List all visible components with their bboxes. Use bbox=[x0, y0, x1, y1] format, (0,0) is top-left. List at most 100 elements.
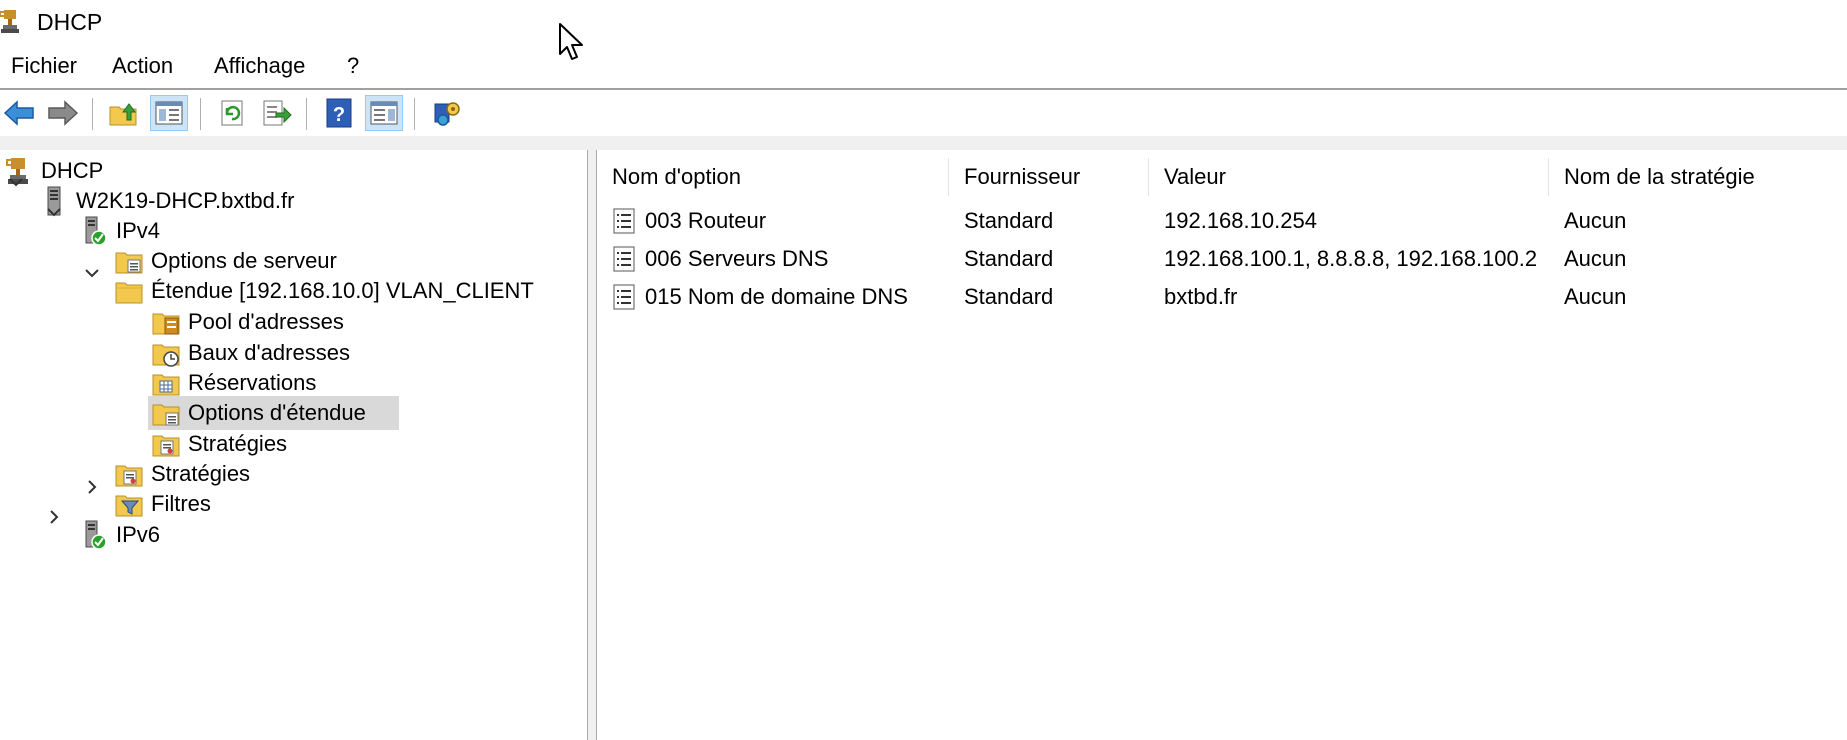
column-header-policy-name[interactable]: Nom de la stratégie bbox=[1549, 158, 1847, 196]
cell-text: 003 Routeur bbox=[645, 208, 767, 233]
list-row[interactable]: 006 Serveurs DNS Standard 192.168.100.1,… bbox=[597, 240, 1847, 278]
tree-node-reservations[interactable]: Réservations bbox=[152, 366, 316, 400]
column-header-vendor[interactable]: Fournisseur bbox=[949, 158, 1149, 196]
folder-policy-icon bbox=[115, 465, 143, 487]
tree-node-label: W2K19-DHCP.bxtbd.fr bbox=[76, 188, 295, 213]
toolbar-divider bbox=[92, 98, 93, 130]
folder-options-icon bbox=[152, 404, 180, 426]
column-label: Fournisseur bbox=[964, 164, 1081, 189]
folder-up-icon bbox=[109, 103, 137, 126]
show-hide-tree-button[interactable] bbox=[150, 95, 188, 131]
server-check-icon bbox=[85, 216, 107, 246]
vendor-cell: Standard bbox=[964, 208, 1054, 233]
policy-cell: Aucun bbox=[1564, 284, 1627, 309]
action-pane-icon bbox=[370, 101, 398, 125]
console-tree-icon bbox=[155, 101, 183, 125]
collapse-chevron-icon[interactable] bbox=[44, 507, 64, 527]
tree-node-ipv6[interactable]: IPv6 bbox=[80, 518, 160, 552]
column-label: Nom de la stratégie bbox=[1564, 164, 1755, 189]
value-cell: 192.168.10.254 bbox=[1164, 208, 1317, 233]
menu-action[interactable]: Action bbox=[112, 53, 173, 79]
column-header-option-name[interactable]: Nom d'option bbox=[597, 158, 949, 196]
tree-node-label: Étendue [192.168.10.0] VLAN_CLIENT bbox=[151, 278, 534, 303]
tree-node-label: Stratégies bbox=[188, 431, 288, 456]
tree-node-ipv4[interactable]: IPv4 bbox=[80, 214, 160, 248]
menu-help[interactable]: ? bbox=[347, 53, 359, 79]
list-row[interactable]: 015 Nom de domaine DNS Standard bxtbd.fr… bbox=[597, 278, 1847, 316]
refresh-icon bbox=[221, 100, 243, 126]
policy-cell: Aucun bbox=[1564, 246, 1627, 271]
svg-text:?: ? bbox=[333, 104, 345, 126]
tree-node-label: Pool d'adresses bbox=[188, 309, 344, 334]
option-doc-icon bbox=[613, 284, 635, 310]
arrow-left-icon bbox=[3, 100, 34, 126]
tree-node-label: Réservations bbox=[188, 370, 317, 395]
dhcp-trophy-icon bbox=[0, 10, 19, 33]
folder-pool-icon bbox=[152, 313, 180, 335]
tree-node-filters[interactable]: Filtres bbox=[115, 487, 211, 521]
option-name-cell: 015 Nom de domaine DNS bbox=[613, 278, 908, 316]
tree-node-label: DHCP bbox=[41, 158, 104, 183]
toolbar-divider bbox=[414, 98, 415, 130]
export-list-button[interactable] bbox=[258, 95, 296, 131]
toolbar-divider bbox=[306, 98, 307, 130]
tree-node-address-leases[interactable]: Baux d'adresses bbox=[152, 336, 350, 370]
tree-node-scope-options[interactable]: Options d'étendue bbox=[148, 396, 399, 430]
cell-text: 006 Serveurs DNS bbox=[645, 246, 829, 271]
server-check-icon bbox=[85, 520, 107, 550]
vendor-cell: Standard bbox=[964, 284, 1054, 309]
option-doc-icon bbox=[613, 246, 635, 272]
folder-icon bbox=[115, 282, 143, 304]
help-icon: ? bbox=[326, 98, 352, 128]
tree-node-server-options[interactable]: Options de serveur bbox=[115, 244, 337, 278]
arrow-right-icon bbox=[48, 100, 79, 126]
tree-node-label: Baux d'adresses bbox=[188, 340, 350, 365]
list-row[interactable]: 003 Routeur Standard 192.168.10.254 Aucu… bbox=[597, 202, 1847, 240]
title-bar: DHCP bbox=[0, 0, 1847, 44]
menu-fichier[interactable]: Fichier bbox=[11, 53, 77, 79]
expand-chevron-icon[interactable] bbox=[82, 263, 102, 283]
column-label: Valeur bbox=[1164, 164, 1226, 189]
tree-node-scope[interactable]: Étendue [192.168.10.0] VLAN_CLIENT bbox=[115, 274, 534, 308]
folder-clock-icon bbox=[152, 344, 180, 367]
collapse-chevron-icon[interactable] bbox=[82, 477, 102, 497]
folder-options-icon bbox=[115, 252, 143, 274]
value-cell: 192.168.100.1, 8.8.8.8, 192.168.100.2 bbox=[1164, 246, 1538, 271]
window-title: DHCP bbox=[37, 9, 103, 35]
up-level-button[interactable] bbox=[104, 95, 142, 131]
option-doc-icon bbox=[613, 208, 635, 234]
dhcp-tool-icon bbox=[434, 102, 460, 126]
tree-node-label: Options d'étendue bbox=[188, 400, 366, 425]
pane-splitter[interactable] bbox=[587, 150, 597, 740]
tree-node-server-policies[interactable]: Stratégies bbox=[115, 457, 250, 491]
vendor-cell: Standard bbox=[964, 246, 1054, 271]
dhcp-tool-button[interactable] bbox=[428, 95, 466, 131]
column-label: Nom d'option bbox=[612, 164, 741, 189]
show-hide-action-pane-button[interactable] bbox=[365, 95, 403, 131]
menu-affichage[interactable]: Affichage bbox=[214, 53, 305, 79]
console-tree: DHCP W2K19-DHCP.bxtbd.fr IPv4 Options de… bbox=[0, 150, 587, 740]
help-button[interactable]: ? bbox=[320, 95, 358, 131]
expand-chevron-icon[interactable] bbox=[6, 172, 26, 192]
tree-node-address-pool[interactable]: Pool d'adresses bbox=[152, 305, 344, 339]
toolbar: ? bbox=[0, 90, 1847, 136]
value-cell: bxtbd.fr bbox=[1164, 284, 1238, 309]
refresh-button[interactable] bbox=[214, 95, 252, 131]
export-list-icon bbox=[263, 100, 292, 126]
column-header-value[interactable]: Valeur bbox=[1149, 158, 1549, 196]
folder-filter-icon bbox=[115, 495, 143, 517]
folder-policy-icon bbox=[152, 435, 180, 457]
results-list: Nom d'option Fournisseur Valeur Nom de l… bbox=[597, 150, 1847, 740]
back-button[interactable] bbox=[0, 95, 38, 131]
cell-text: 015 Nom de domaine DNS bbox=[645, 284, 908, 309]
expand-chevron-icon[interactable] bbox=[44, 202, 64, 222]
forward-button[interactable] bbox=[44, 95, 82, 131]
tree-node-label: IPv6 bbox=[116, 522, 161, 547]
tree-node-label: Options de serveur bbox=[151, 248, 337, 273]
menu-bar: Fichier Action Affichage ? bbox=[0, 44, 1847, 88]
tree-node-server[interactable]: W2K19-DHCP.bxtbd.fr bbox=[40, 184, 294, 218]
toolbar-divider bbox=[200, 98, 201, 130]
tree-node-scope-policies[interactable]: Stratégies bbox=[152, 427, 287, 461]
tree-node-label: Stratégies bbox=[151, 461, 251, 486]
toolbar-border bbox=[0, 136, 1847, 151]
